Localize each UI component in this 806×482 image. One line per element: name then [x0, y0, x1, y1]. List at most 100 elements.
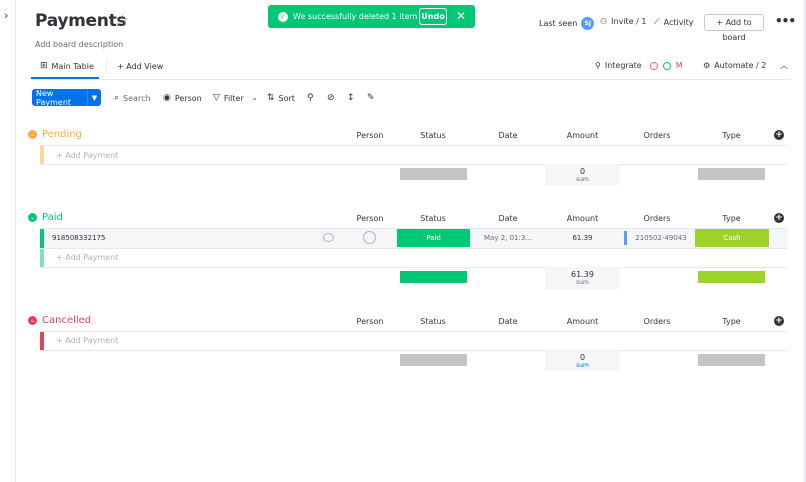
tab-main-table[interactable]: ⊞ Main Table	[40, 61, 94, 71]
add-payment-input[interactable]: + Add Payment	[56, 336, 118, 345]
group-pending-header[interactable]: ⌄ Pending	[28, 129, 82, 140]
column-header-type[interactable]: Type	[694, 214, 769, 223]
group-title[interactable]: Cancelled	[42, 315, 91, 326]
automate-button[interactable]: ⚙ Automate / 2	[703, 61, 766, 70]
date-cell[interactable]: May 2, 01:3...	[471, 234, 545, 242]
activity-label: Activity	[663, 17, 694, 27]
column-header-person[interactable]: Person	[345, 214, 395, 223]
activity-button[interactable]: ⟋ Activity	[654, 17, 694, 27]
color-icon[interactable]: ✎	[367, 93, 379, 103]
tab-divider	[106, 60, 107, 74]
chevron-down-icon[interactable]: ⌄	[28, 130, 37, 139]
chevron-down-icon[interactable]: ▼	[88, 94, 101, 102]
column-header-type[interactable]: Type	[694, 317, 769, 326]
type-summary-bar[interactable]	[698, 354, 765, 366]
add-column-icon[interactable]: +	[774, 213, 784, 223]
more-options-icon[interactable]: •••	[775, 15, 796, 27]
close-icon[interactable]: ✕	[456, 9, 466, 23]
group-paid-header[interactable]: ⌄ Paid	[28, 212, 63, 223]
add-view-button[interactable]: + Add View	[117, 62, 163, 71]
filter-button[interactable]: ▽ Filter ⌄	[213, 93, 258, 103]
summary-value: 0	[579, 167, 586, 176]
group-title[interactable]: Pending	[42, 129, 82, 140]
chevron-down-icon[interactable]: ⌄	[252, 94, 258, 102]
column-header-status[interactable]: Status	[397, 214, 469, 223]
board-title[interactable]: Payments	[35, 11, 127, 31]
row-divider	[40, 267, 788, 268]
add-column-icon[interactable]: +	[774, 130, 784, 140]
column-header-orders[interactable]: Orders	[620, 214, 694, 223]
group-title[interactable]: Paid	[42, 212, 63, 223]
column-header-person[interactable]: Person	[345, 317, 395, 326]
column-header-orders[interactable]: Orders	[620, 317, 694, 326]
status-cell[interactable]: Paid	[397, 229, 470, 247]
amount-summary[interactable]: 0 sum	[545, 350, 620, 371]
row-divider	[40, 350, 788, 351]
group-color-strip	[40, 146, 44, 164]
hide-icon[interactable]: ⊘	[327, 93, 339, 103]
tabs-divider	[31, 79, 791, 80]
status-summary-bar[interactable]	[400, 168, 467, 180]
column-header-status[interactable]: Status	[397, 131, 469, 140]
person-circle-icon: ◉	[163, 93, 171, 103]
column-header-date[interactable]: Date	[471, 317, 545, 326]
sort-icon: ⇅	[267, 93, 275, 103]
column-header-status[interactable]: Status	[397, 317, 469, 326]
conversation-icon[interactable]	[323, 233, 334, 242]
status-summary-bar[interactable]	[400, 354, 467, 366]
item-name[interactable]: 918508332175	[52, 234, 105, 242]
column-header-type[interactable]: Type	[694, 131, 769, 140]
search-input[interactable]: ⌕ Search	[114, 93, 151, 103]
person-icon: ⚇	[600, 17, 608, 26]
add-column-icon[interactable]: +	[774, 316, 784, 326]
person-filter-button[interactable]: ◉ Person	[163, 93, 202, 103]
avatar: SJ	[581, 17, 595, 30]
type-summary-bar[interactable]	[698, 168, 765, 180]
group-cancelled-header[interactable]: ⌄ Cancelled	[28, 315, 91, 326]
activity-icon: ⟋	[654, 17, 660, 26]
integration-app-icon	[649, 61, 658, 70]
chevron-down-icon[interactable]: ⌄	[28, 213, 37, 222]
type-cell[interactable]: Cash	[695, 229, 769, 247]
add-to-board-button[interactable]: + Add to board	[704, 14, 764, 42]
last-seen[interactable]: Last seen SJ	[539, 17, 595, 30]
add-payment-input[interactable]: + Add Payment	[56, 253, 118, 262]
chevron-down-icon[interactable]: ⌄	[28, 316, 37, 325]
type-summary-bar[interactable]	[698, 271, 765, 283]
integrate-button[interactable]: ⚲ Integrate M	[595, 61, 683, 70]
summary-value: 0	[579, 353, 586, 362]
amount-cell[interactable]: 61.39	[545, 234, 620, 242]
expand-chevron-icon[interactable]: ›	[4, 10, 8, 21]
integration-slack-icon	[662, 61, 671, 70]
amount-summary[interactable]: 0 sum	[545, 164, 620, 185]
column-header-amount[interactable]: Amount	[545, 214, 620, 223]
amount-summary[interactable]: 61.39 sum	[545, 267, 620, 289]
column-header-person[interactable]: Person	[345, 131, 395, 140]
board-description[interactable]: Add board description	[35, 40, 123, 49]
automate-icon: ⚙	[703, 61, 711, 70]
collapse-header-icon[interactable]: ︿	[777, 59, 791, 73]
column-header-amount[interactable]: Amount	[545, 131, 620, 140]
new-payment-button[interactable]: New Payment ▼	[32, 89, 101, 107]
sort-button[interactable]: ⇅ Sort	[267, 93, 295, 103]
invite-button[interactable]: ⚇ Invite / 1	[600, 17, 647, 26]
row-divider	[40, 248, 788, 249]
pin-icon[interactable]: ⚲	[307, 93, 318, 103]
orders-cell[interactable]: 210502-49043	[628, 234, 694, 242]
status-summary-bar[interactable]	[400, 271, 467, 283]
search-icon: ⌕	[114, 93, 120, 103]
column-header-date[interactable]: Date	[471, 131, 545, 140]
person-icon[interactable]	[363, 231, 376, 244]
star-icon[interactable]: ☆	[116, 13, 129, 29]
left-rail: ›	[0, 0, 16, 482]
column-header-orders[interactable]: Orders	[620, 131, 694, 140]
row-height-icon[interactable]: ↕	[347, 93, 359, 103]
group-color-strip	[40, 229, 44, 248]
add-payment-input[interactable]: + Add Payment	[56, 151, 118, 160]
row-divider	[40, 145, 788, 146]
column-header-date[interactable]: Date	[471, 214, 545, 223]
undo-button[interactable]: Undo	[419, 8, 447, 25]
column-header-amount[interactable]: Amount	[545, 317, 620, 326]
toast-message: We successfully deleted 1 item	[293, 12, 418, 21]
filter-icon: ▽	[213, 93, 220, 103]
